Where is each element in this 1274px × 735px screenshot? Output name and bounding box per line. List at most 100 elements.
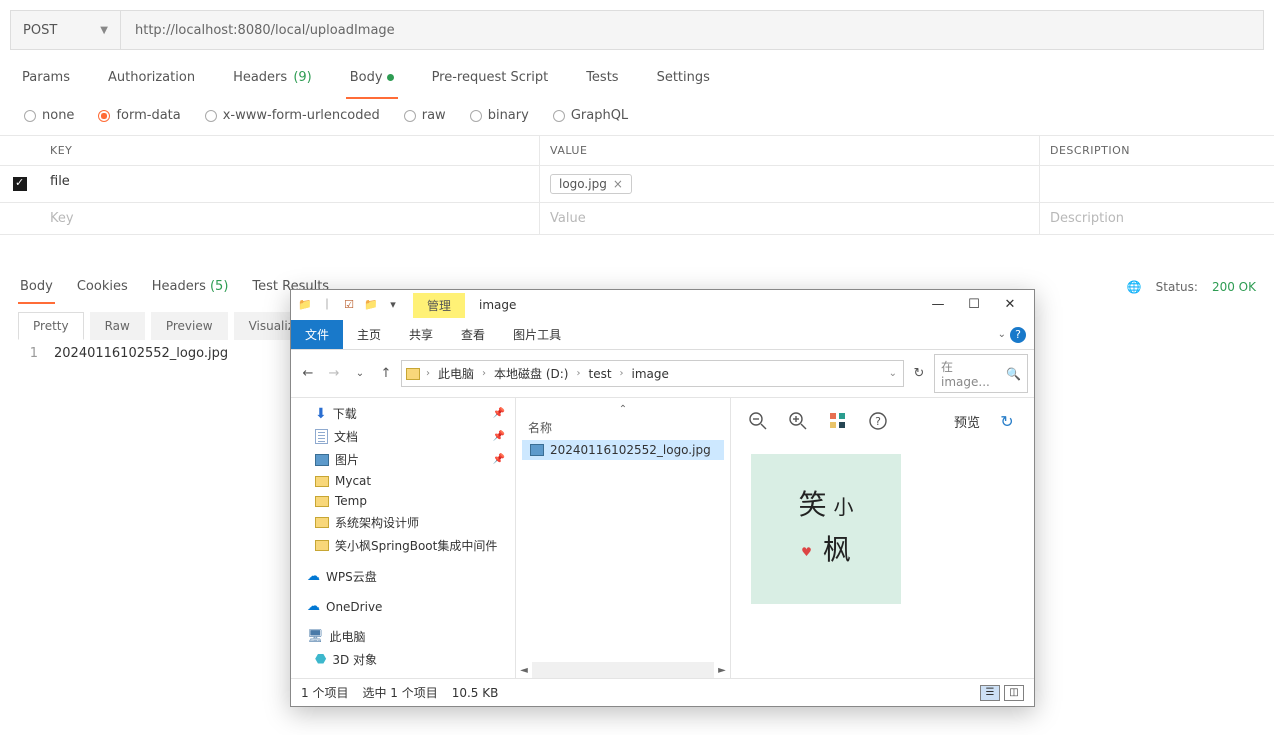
help-icon[interactable]: ? [1010, 327, 1026, 343]
key-cell[interactable]: file [40, 166, 540, 202]
ribbon-share[interactable]: 共享 [395, 320, 447, 349]
refresh-button[interactable]: ↻ [908, 366, 930, 381]
value-input[interactable]: Value [540, 203, 1040, 234]
tree-mycat[interactable]: Mycat [291, 471, 515, 491]
nav-up-button[interactable]: ↑ [375, 363, 397, 385]
window-title: image [479, 298, 516, 312]
zoom-in-icon[interactable] [785, 408, 811, 434]
file-item[interactable]: 20240116102552_logo.jpg [522, 440, 724, 460]
key-input[interactable]: Key [40, 203, 540, 234]
tab-settings[interactable]: Settings [653, 60, 714, 95]
file-chip[interactable]: logo.jpg × [550, 174, 632, 194]
nav-tree[interactable]: ⬇下载📌 文档📌 图片📌 Mycat Temp 系统架构设计师 笑小枫Sprin… [291, 398, 516, 678]
ribbon-file[interactable]: 文件 [291, 320, 343, 349]
radio-binary[interactable]: binary [470, 108, 529, 123]
ribbon-home[interactable]: 主页 [343, 320, 395, 349]
tree-3d-objects[interactable]: ⬣3D 对象 [291, 648, 515, 671]
scrollbar-track[interactable] [532, 662, 714, 678]
ribbon-picture-tools[interactable]: 图片工具 [499, 320, 575, 349]
grid-icon[interactable] [825, 408, 851, 434]
zoom-out-icon[interactable] [745, 408, 771, 434]
tree-onedrive[interactable]: ☁OneDrive [291, 596, 515, 617]
radio-raw[interactable]: raw [404, 108, 446, 123]
chevron-down-icon[interactable]: ⌄ [887, 368, 899, 379]
row-checkbox[interactable] [13, 177, 27, 191]
qat-dropdown-icon[interactable]: ▾ [385, 297, 401, 313]
tree-wps[interactable]: ☁WPS云盘 [291, 565, 515, 588]
ribbon-expand-icon[interactable]: ⌄ [998, 329, 1006, 340]
description-input[interactable]: Description [1040, 203, 1274, 234]
breadcrumb[interactable]: › 此电脑 › 本地磁盘 (D:) › test › image ⌄ [401, 360, 904, 387]
radio-icon [470, 110, 482, 122]
search-input[interactable]: 在 image... 🔍 [934, 354, 1028, 393]
tree-downloads[interactable]: ⬇下载📌 [291, 402, 515, 425]
close-button[interactable]: ✕ [992, 291, 1028, 319]
resp-tab-cookies[interactable]: Cookies [75, 271, 130, 302]
breadcrumb-disk[interactable]: 本地磁盘 (D:) [488, 363, 574, 384]
tab-body[interactable]: Body [346, 60, 398, 95]
remove-file-icon[interactable]: × [613, 177, 623, 191]
status-value: 200 OK [1212, 280, 1256, 294]
ribbon-view[interactable]: 查看 [447, 320, 499, 349]
view-preview[interactable]: Preview [151, 312, 228, 340]
scroll-left-icon[interactable]: ◄ [516, 665, 532, 676]
resp-tab-body[interactable]: Body [18, 271, 55, 302]
help-circle-icon[interactable]: ? [865, 408, 891, 434]
radio-form-data[interactable]: form-data [98, 108, 180, 123]
folder-small-icon[interactable]: 📁 [363, 297, 379, 313]
breadcrumb-image[interactable]: image [626, 365, 675, 383]
manage-tab[interactable]: 管理 [413, 293, 465, 318]
tree-this-pc[interactable]: 🖥此电脑 [291, 625, 515, 648]
tree-documents[interactable]: 文档📌 [291, 425, 515, 448]
refresh-icon[interactable]: ↻ [994, 408, 1020, 434]
cloud-icon: ☁ [307, 569, 320, 584]
view-raw[interactable]: Raw [90, 312, 145, 340]
view-icons-button[interactable]: ◫ [1004, 685, 1024, 701]
tab-prerequest[interactable]: Pre-request Script [428, 60, 553, 95]
column-name-header[interactable]: 名称 [522, 415, 724, 440]
preview-pane: ? 预览 ↻ 笑 小♥ 枫 [731, 398, 1034, 678]
sort-indicator-icon[interactable]: ⌃ [522, 404, 724, 415]
view-details-button[interactable]: ☰ [980, 685, 1000, 701]
radio-icon [205, 110, 217, 122]
nav-back-button[interactable]: ← [297, 363, 319, 385]
description-cell[interactable] [1040, 166, 1274, 202]
radio-urlencoded[interactable]: x-www-form-urlencoded [205, 108, 380, 123]
tab-authorization[interactable]: Authorization [104, 60, 199, 95]
status-label: Status: [1156, 280, 1198, 294]
scroll-right-icon[interactable]: ► [714, 665, 730, 676]
tree-temp[interactable]: Temp [291, 491, 515, 511]
tab-headers[interactable]: Headers (9) [229, 60, 316, 95]
tree-spring[interactable]: 笑小枫SpringBoot集成中间件 [291, 534, 515, 557]
svg-text:?: ? [875, 415, 881, 428]
maximize-button[interactable]: ☐ [956, 291, 992, 319]
dot-indicator-icon [387, 74, 394, 81]
radio-icon [24, 110, 36, 122]
folder-icon: 📁 [297, 297, 313, 313]
column-description-header: DESCRIPTION [1040, 136, 1274, 165]
breadcrumb-test[interactable]: test [582, 365, 617, 383]
tab-tests[interactable]: Tests [582, 60, 622, 95]
nav-recent-icon[interactable]: ⌄ [349, 363, 371, 385]
radio-none[interactable]: none [24, 108, 74, 123]
url-input[interactable]: http://localhost:8080/local/uploadImage [121, 11, 1263, 49]
chevron-down-icon: ▼ [100, 25, 108, 36]
tree-pictures[interactable]: 图片📌 [291, 448, 515, 471]
resp-tab-headers[interactable]: Headers (5) [150, 271, 231, 302]
pc-icon: 🖥 [307, 629, 324, 644]
value-cell[interactable]: logo.jpg × [540, 166, 1040, 202]
minimize-button[interactable]: — [920, 291, 956, 319]
column-key-header: KEY [40, 136, 540, 165]
pin-icon: 📌 [493, 431, 505, 442]
tree-arch[interactable]: 系统架构设计师 [291, 511, 515, 534]
breadcrumb-this-pc[interactable]: 此电脑 [432, 363, 480, 384]
nav-forward-button[interactable]: → [323, 363, 345, 385]
file-list[interactable]: ⌃ 名称 20240116102552_logo.jpg ◄ ► [516, 398, 731, 678]
radio-graphql[interactable]: GraphQL [553, 108, 628, 123]
pictures-icon [315, 454, 329, 466]
view-pretty[interactable]: Pretty [18, 312, 84, 340]
checkbox-icon[interactable]: ☑ [341, 297, 357, 313]
http-method-select[interactable]: POST ▼ [11, 11, 121, 49]
globe-icon[interactable]: 🌐 [1127, 280, 1142, 294]
tab-params[interactable]: Params [18, 60, 74, 95]
